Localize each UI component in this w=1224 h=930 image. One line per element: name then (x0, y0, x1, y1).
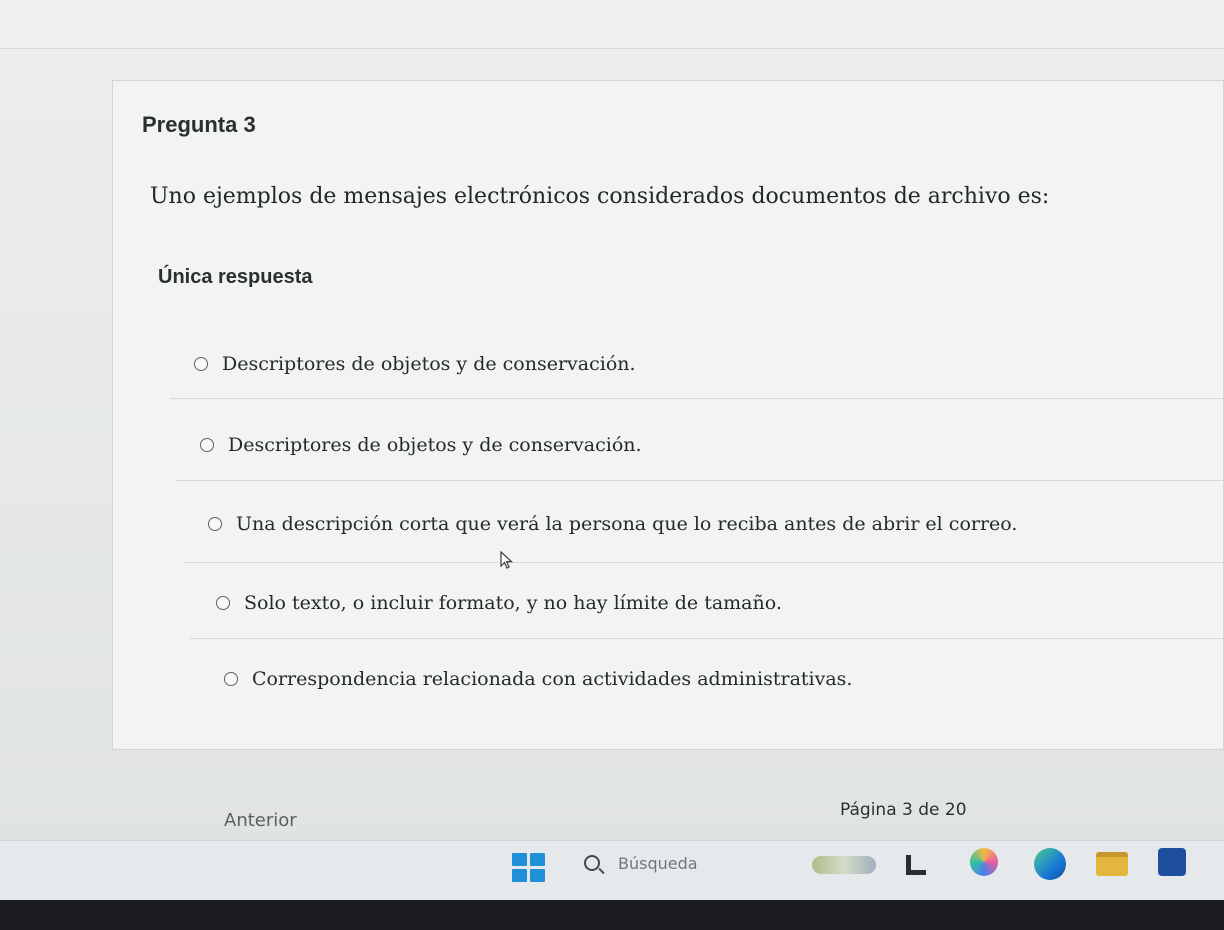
option-divider (176, 480, 1224, 481)
option-label: Una descripción corta que verá la person… (236, 513, 1018, 535)
page-indicator: Página 3 de 20 (840, 800, 967, 820)
windows-start-icon[interactable] (512, 853, 546, 883)
option-label: Solo texto, o incluir formato, y no hay … (244, 592, 782, 614)
option-divider (190, 638, 1224, 639)
file-explorer-icon[interactable] (1096, 852, 1128, 876)
option-divider (184, 562, 1224, 563)
answer-option-4[interactable]: Solo texto, o incluir formato, y no hay … (216, 583, 782, 623)
top-strip (0, 0, 1224, 49)
option-divider (170, 398, 1224, 399)
question-card (112, 80, 1224, 750)
question-title: Pregunta 3 (142, 112, 256, 137)
store-icon[interactable] (1158, 848, 1186, 876)
radio-button[interactable] (208, 517, 222, 531)
radio-button[interactable] (224, 672, 238, 686)
copilot-icon[interactable] (970, 848, 998, 876)
answer-type-label: Única respuesta (158, 266, 313, 288)
previous-button[interactable]: Anterior (224, 810, 297, 831)
search-icon (584, 855, 600, 871)
radio-button[interactable] (200, 438, 214, 452)
weather-icon[interactable] (812, 856, 876, 874)
monitor-bezel (0, 900, 1224, 930)
mouse-cursor-icon (500, 551, 514, 569)
radio-button[interactable] (216, 596, 230, 610)
edge-browser-icon[interactable] (1034, 848, 1066, 880)
option-label: Correspondencia relacionada con activida… (252, 668, 853, 690)
option-label: Descriptores de objetos y de conservació… (222, 353, 636, 375)
option-label: Descriptores de objetos y de conservació… (228, 434, 642, 456)
search-placeholder: Búsqueda (618, 853, 698, 873)
question-text: Uno ejemplos de mensajes electrónicos co… (150, 184, 1050, 209)
answer-option-5[interactable]: Correspondencia relacionada con activida… (224, 659, 852, 699)
answer-option-3[interactable]: Una descripción corta que verá la person… (208, 504, 1017, 544)
task-view-icon[interactable] (906, 855, 926, 875)
answer-option-1[interactable]: Descriptores de objetos y de conservació… (194, 344, 636, 384)
taskbar-search-box[interactable]: Búsqueda (584, 850, 698, 876)
radio-button[interactable] (194, 357, 208, 371)
answer-option-2[interactable]: Descriptores de objetos y de conservació… (200, 425, 642, 465)
